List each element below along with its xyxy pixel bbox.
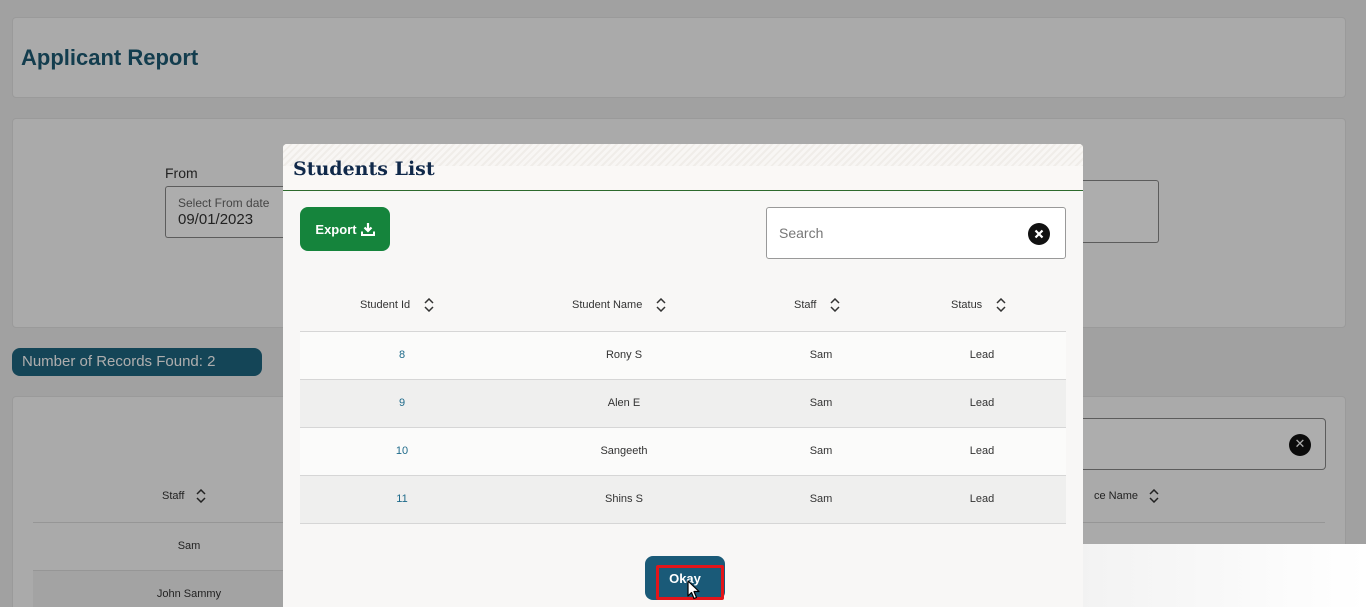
staff-cell: Sam [809, 493, 833, 505]
students-list-modal: Students List Export Student Id Student … [283, 144, 1083, 607]
student-id-link[interactable]: 10 [352, 445, 452, 457]
modal-header: Students List [283, 144, 1083, 191]
student-name-cell: Sangeeth [600, 445, 648, 457]
export-button[interactable]: Export [300, 207, 390, 251]
column-header-student-id[interactable]: Student Id [360, 298, 434, 312]
status-cell: Lead [969, 397, 995, 409]
download-icon [360, 223, 375, 236]
column-header-label: Status [951, 299, 983, 311]
search-box [766, 207, 1066, 259]
status-cell: Lead [969, 445, 995, 457]
sort-icon [830, 298, 840, 312]
staff-cell: Sam [809, 349, 833, 361]
status-cell: Lead [969, 349, 995, 361]
blur-patch [1074, 544, 1366, 607]
table-header-row: Student Id Student Name Staff Status [300, 282, 1066, 332]
student-name-cell: Shins S [605, 493, 643, 505]
column-header-staff[interactable]: Staff [794, 298, 840, 312]
sort-icon [656, 298, 666, 312]
export-label: Export [315, 221, 357, 237]
student-id-link[interactable]: 11 [352, 493, 452, 505]
student-name-cell: Rony S [605, 349, 643, 361]
students-table: Student Id Student Name Staff Status 8 R… [300, 282, 1066, 524]
search-input[interactable] [768, 209, 1018, 257]
clear-search-button[interactable] [1028, 223, 1050, 245]
table-row: 11 Shins S Sam Lead [300, 476, 1066, 524]
modal-title: Students List [293, 158, 435, 180]
sort-icon [424, 298, 434, 312]
student-id-link[interactable]: 8 [352, 349, 452, 361]
staff-cell: Sam [809, 445, 833, 457]
student-id-link[interactable]: 9 [352, 397, 452, 409]
column-header-label: Student Id [360, 299, 411, 311]
close-icon [1034, 229, 1044, 239]
staff-cell: Sam [809, 397, 833, 409]
sort-icon [996, 298, 1006, 312]
column-header-label: Staff [794, 299, 817, 311]
table-row: 9 Alen E Sam Lead [300, 380, 1066, 428]
table-row: 10 Sangeeth Sam Lead [300, 428, 1066, 476]
mouse-pointer-icon [687, 580, 700, 600]
status-cell: Lead [969, 493, 995, 505]
column-header-student-name[interactable]: Student Name [572, 298, 666, 312]
student-name-cell: Alen E [607, 397, 641, 409]
column-header-status[interactable]: Status [951, 298, 1006, 312]
column-header-label: Student Name [572, 299, 643, 311]
table-row: 8 Rony S Sam Lead [300, 332, 1066, 380]
